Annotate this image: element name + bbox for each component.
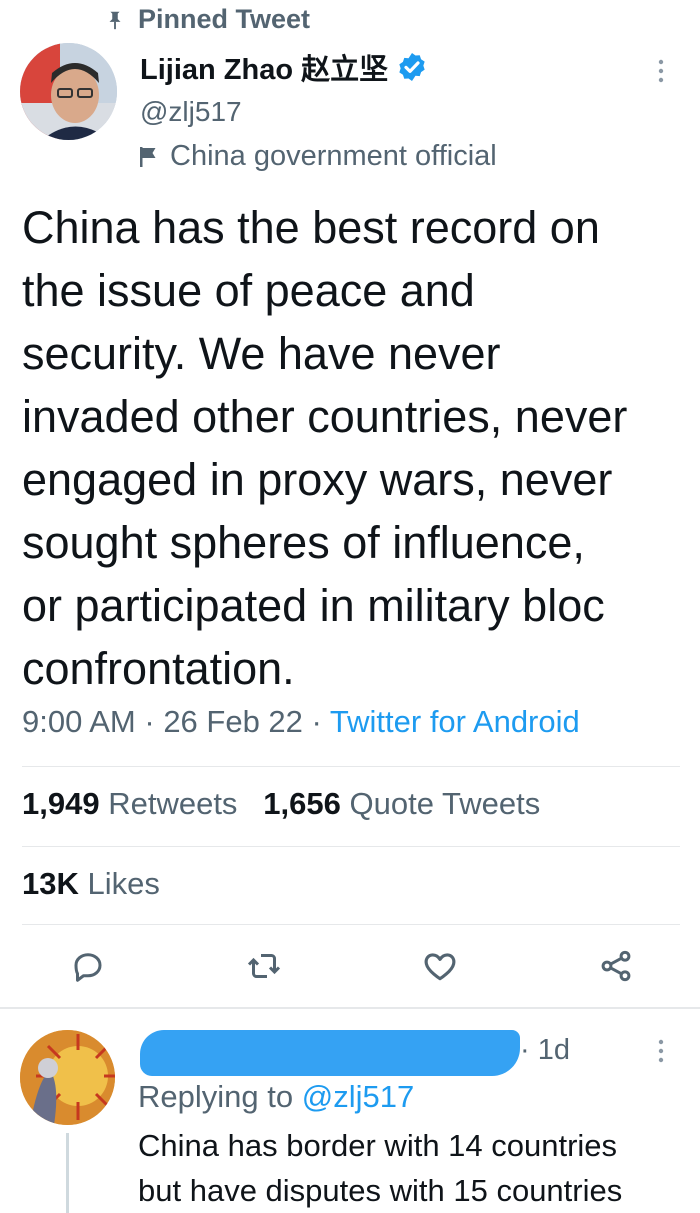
government-flag-icon [140, 146, 156, 167]
divider [22, 766, 680, 767]
tweet-source-link[interactable]: Twitter for Android [330, 704, 580, 739]
more-options-icon[interactable] [646, 56, 676, 86]
reply-button[interactable] [66, 944, 110, 988]
share-icon [601, 950, 631, 982]
redacted-username [140, 1030, 520, 1076]
retweet-button[interactable] [242, 944, 286, 988]
replying-to-prefix: Replying to [138, 1079, 294, 1114]
reply-avatar[interactable] [20, 1030, 115, 1125]
engagement-stats: 1,949 Retweets 1,656 Quote Tweets [22, 786, 540, 822]
meta-separator: · [302, 704, 330, 739]
likes-label: Likes [87, 866, 160, 901]
replying-to: Replying to @zlj517 [138, 1079, 414, 1115]
tweet-meta: 9:00 AM · 26 Feb 22 · Twitter for Androi… [22, 704, 580, 740]
tweet-time[interactable]: 9:00 AM [22, 704, 136, 739]
meta-separator: · [135, 704, 164, 739]
thread-line [66, 1133, 69, 1213]
reply-time[interactable]: · 1d [520, 1034, 570, 1067]
more-options-icon[interactable] [646, 1036, 676, 1066]
retweets-label: Retweets [108, 786, 238, 821]
reply-icon [74, 953, 102, 982]
pin-icon [109, 11, 121, 29]
quote-tweets-stat[interactable]: 1,656 Quote Tweets [263, 786, 540, 821]
government-label: China government official [138, 140, 497, 173]
reply-text: China has border with 14 countries but h… [138, 1128, 623, 1208]
like-button[interactable] [418, 944, 462, 988]
pinned-tweet-header: Pinned Tweet [104, 4, 310, 35]
retweets-stat[interactable]: 1,949 Retweets [22, 786, 237, 821]
likes-stat[interactable]: 13K Likes [22, 866, 160, 902]
retweets-count: 1,949 [22, 786, 100, 821]
author-handle[interactable]: @zlj517 [140, 96, 242, 128]
share-button[interactable] [594, 944, 638, 988]
replying-to-mention[interactable]: @zlj517 [302, 1079, 414, 1114]
heart-icon [424, 953, 456, 981]
quotes-count: 1,656 [263, 786, 341, 821]
divider [22, 924, 680, 925]
section-divider [0, 1007, 700, 1009]
likes-count: 13K [22, 866, 79, 901]
author-avatar[interactable] [20, 43, 117, 140]
divider [22, 846, 680, 847]
quotes-label: Quote Tweets [349, 786, 541, 821]
verified-badge-icon [399, 53, 425, 81]
tweet-text: China has the best record on the issue o… [22, 202, 628, 694]
author-name[interactable]: Lijian Zhao 赵立坚 [140, 46, 388, 88]
government-label-text: China government official [170, 140, 497, 172]
retweet-icon [247, 954, 281, 978]
pinned-label: Pinned Tweet [138, 4, 311, 34]
author-name-row[interactable]: Lijian Zhao 赵立坚 [140, 46, 428, 88]
tweet-date[interactable]: 26 Feb 22 [163, 704, 303, 739]
